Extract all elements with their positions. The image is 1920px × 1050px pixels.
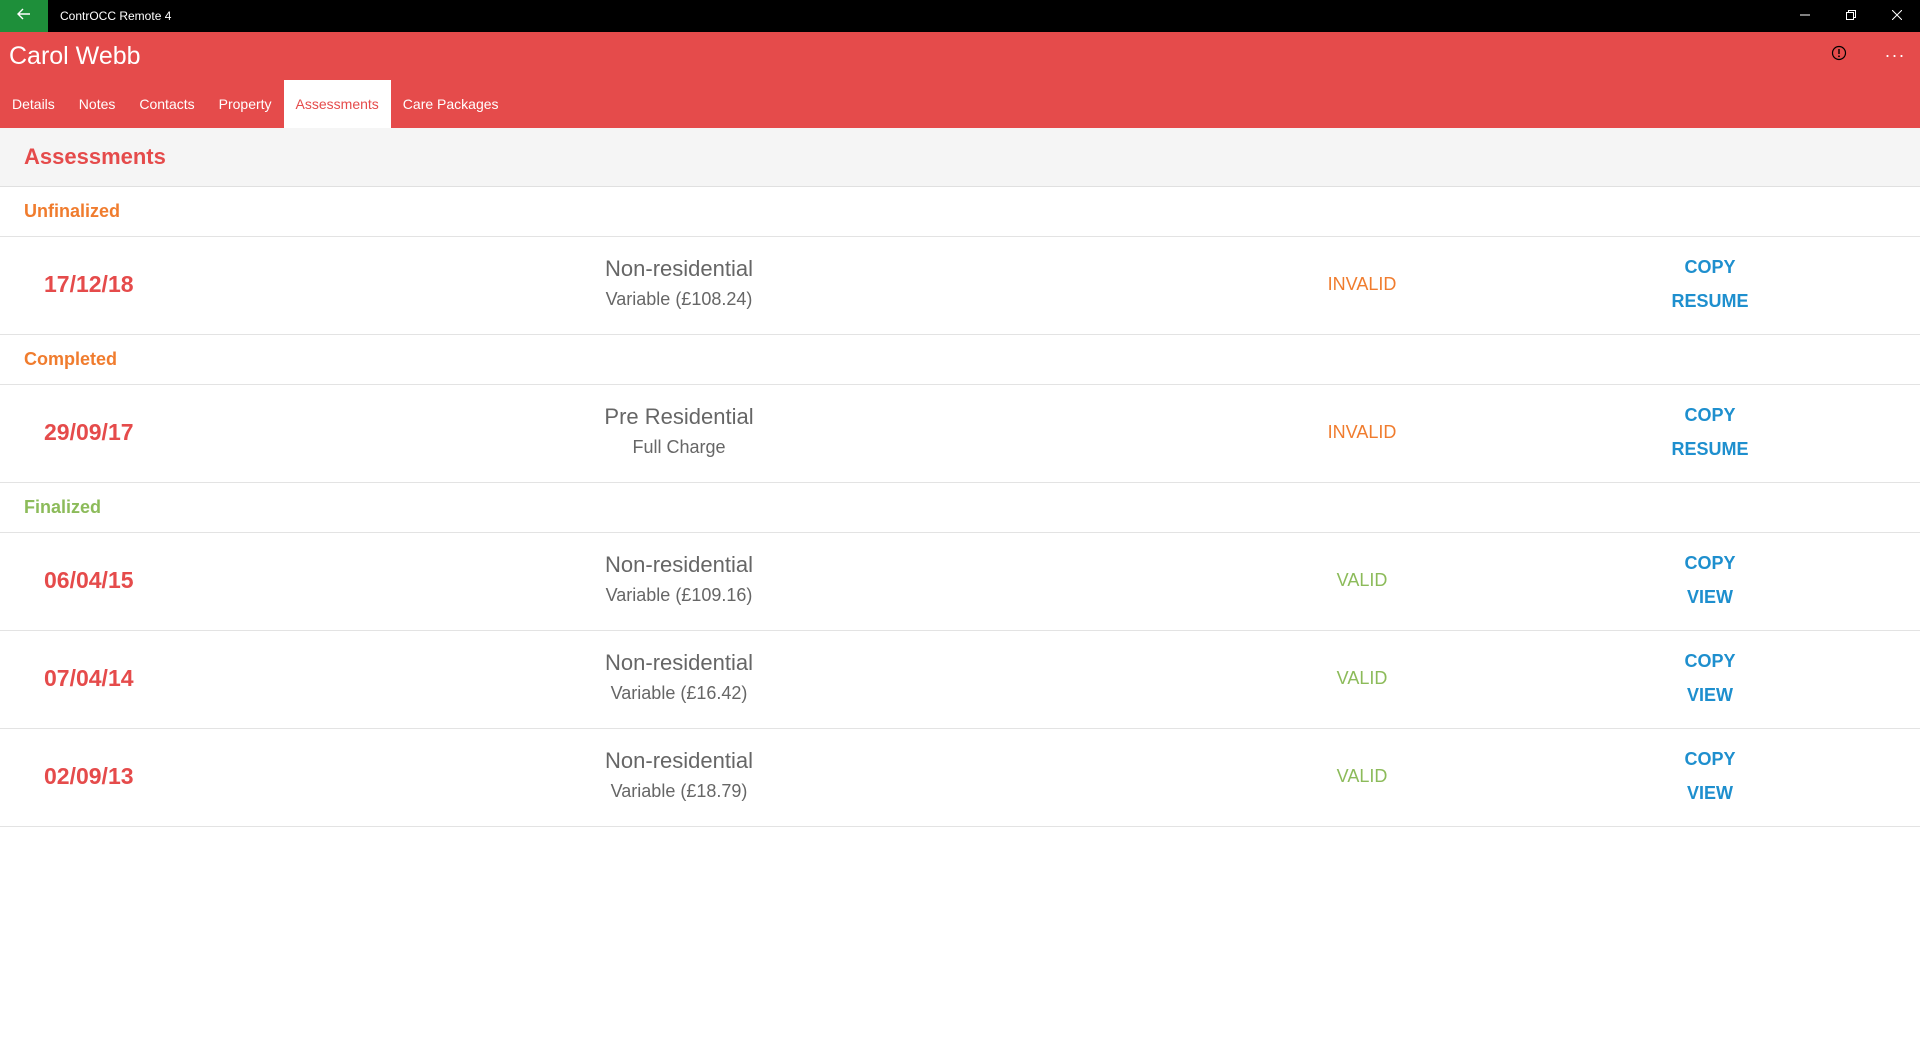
assessment-date: 29/09/17 [44, 419, 134, 445]
assessment-type: Pre Residential [604, 404, 754, 429]
assessment-type: Non-residential [605, 552, 753, 577]
assessment-charge: Variable (£16.42) [610, 683, 748, 703]
tab-assessments[interactable]: Assessments [283, 80, 391, 128]
tab-contacts[interactable]: Contacts [127, 80, 206, 128]
assessment-row: 06/04/15 Non-residential Variable (£109.… [0, 533, 1920, 631]
view-button[interactable]: VIEW [1610, 587, 1810, 608]
view-button[interactable]: VIEW [1610, 783, 1810, 804]
tab-care-packages[interactable]: Care Packages [391, 80, 511, 128]
section-label: Unfinalized [24, 201, 121, 221]
assessment-status: VALID [1336, 766, 1388, 786]
assessment-status: INVALID [1327, 274, 1397, 294]
back-arrow-icon [17, 7, 31, 25]
resume-button[interactable]: RESUME [1610, 439, 1810, 460]
copy-button[interactable]: COPY [1610, 749, 1810, 770]
section-finalized: Finalized [0, 483, 1920, 533]
assessment-date: 07/04/14 [44, 665, 134, 691]
tab-bar: Details Notes Contacts Property Assessme… [0, 80, 511, 128]
app-header: Carol Webb ··· Details Notes Contacts Pr… [0, 32, 1920, 128]
page-heading: Assessments [0, 128, 1920, 187]
assessment-type: Non-residential [605, 748, 753, 773]
assessment-row: 29/09/17 Pre Residential Full Charge INV… [0, 385, 1920, 483]
assessment-date: 17/12/18 [44, 271, 134, 297]
back-button[interactable] [0, 0, 48, 32]
minimize-button[interactable] [1782, 0, 1828, 32]
assessment-row: 02/09/13 Non-residential Variable (£18.7… [0, 729, 1920, 827]
assessment-charge: Full Charge [632, 437, 726, 457]
close-icon [1891, 7, 1903, 25]
view-button[interactable]: VIEW [1610, 685, 1810, 706]
section-label: Completed [24, 349, 118, 369]
close-button[interactable] [1874, 0, 1920, 32]
assessment-charge: Variable (£108.24) [605, 289, 753, 309]
resume-button[interactable]: RESUME [1610, 291, 1810, 312]
assessment-row: 17/12/18 Non-residential Variable (£108.… [0, 237, 1920, 335]
person-name: Carol Webb [9, 42, 141, 70]
assessment-row: 07/04/14 Non-residential Variable (£16.4… [0, 631, 1920, 729]
assessment-date: 02/09/13 [44, 763, 134, 789]
minimize-icon [1800, 7, 1810, 25]
section-completed: Completed [0, 335, 1920, 385]
copy-button[interactable]: COPY [1610, 553, 1810, 574]
section-unfinalized: Unfinalized [0, 187, 1920, 237]
title-bar: ContrOCC Remote 4 [0, 0, 1920, 32]
tab-notes[interactable]: Notes [67, 80, 128, 128]
assessment-date: 06/04/15 [44, 567, 134, 593]
more-options-button[interactable]: ··· [1878, 40, 1912, 70]
assessment-status: VALID [1336, 668, 1388, 688]
copy-button[interactable]: COPY [1610, 405, 1810, 426]
assessments-list: Unfinalized 17/12/18 Non-residential Var… [0, 187, 1920, 827]
assessment-status: VALID [1336, 570, 1388, 590]
restore-button[interactable] [1828, 0, 1874, 32]
assessment-type: Non-residential [605, 256, 753, 281]
copy-button[interactable]: COPY [1610, 257, 1810, 278]
page-title: Assessments [24, 144, 166, 169]
assessment-charge: Variable (£18.79) [610, 781, 748, 801]
assessment-status: INVALID [1327, 422, 1397, 442]
copy-button[interactable]: COPY [1610, 651, 1810, 672]
restore-icon [1846, 7, 1856, 25]
tab-property[interactable]: Property [207, 80, 284, 128]
app-title: ContrOCC Remote 4 [60, 9, 172, 23]
section-label: Finalized [24, 497, 102, 517]
assessment-type: Non-residential [605, 650, 753, 675]
info-button[interactable] [1824, 40, 1854, 70]
assessment-charge: Variable (£109.16) [605, 585, 753, 605]
info-icon [1831, 45, 1847, 66]
tab-details[interactable]: Details [0, 80, 67, 128]
